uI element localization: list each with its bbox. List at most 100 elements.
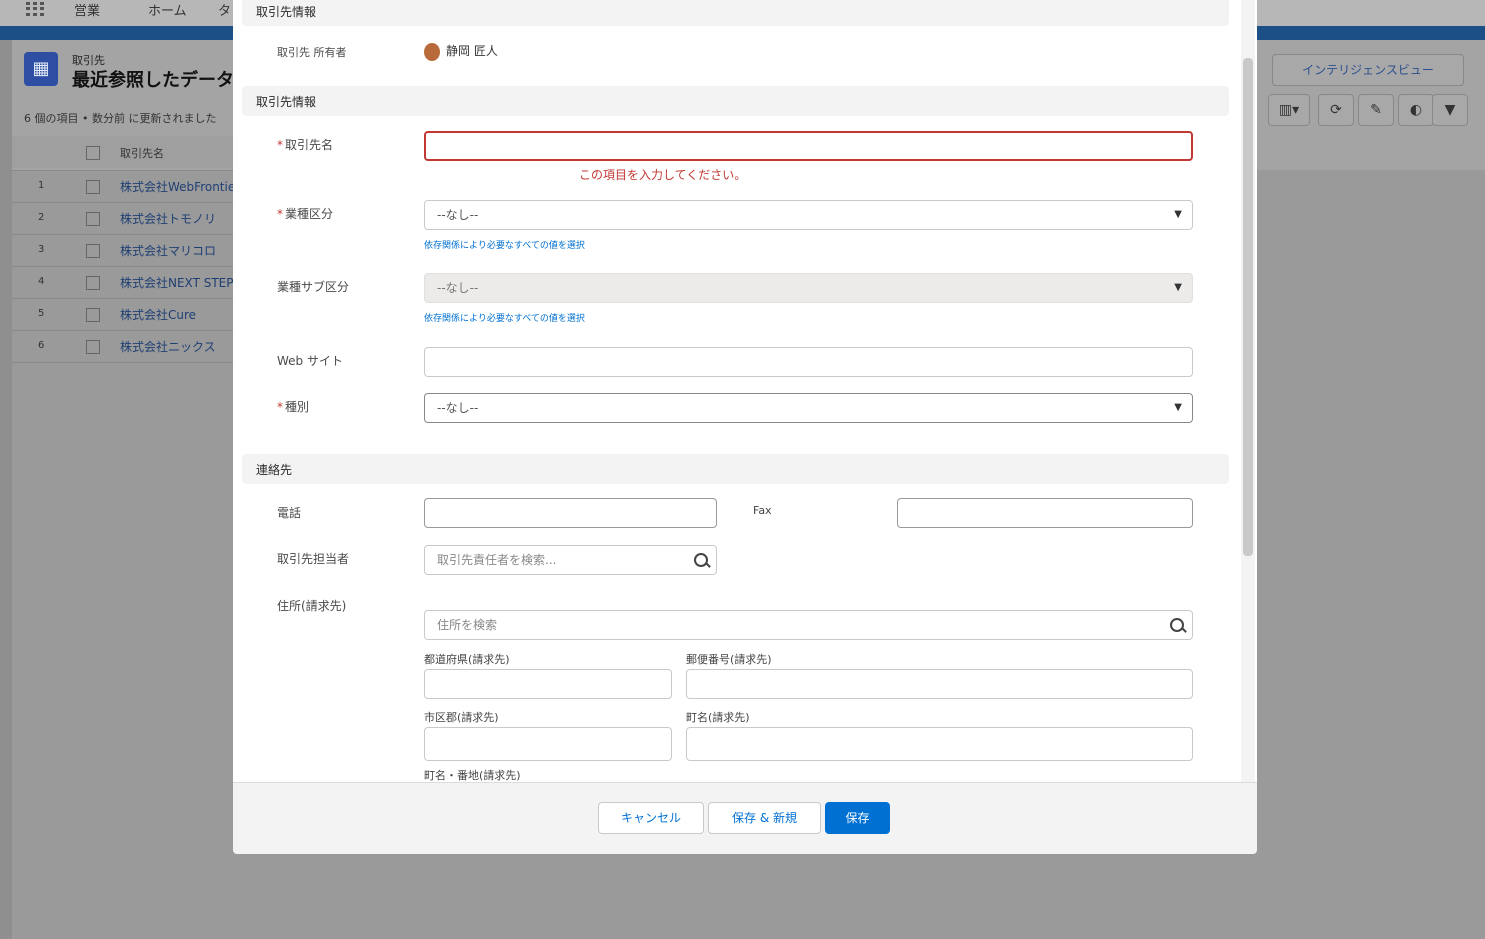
- refresh-icon[interactable]: ⟳: [1318, 94, 1354, 126]
- website-input[interactable]: [424, 347, 1193, 377]
- owner-value[interactable]: 静岡 匠人: [424, 42, 498, 61]
- row-checkbox[interactable]: [86, 180, 100, 194]
- account-link[interactable]: 株式会社NEXT STEP: [120, 274, 240, 291]
- subindustry-selected-value: --なし--: [437, 281, 479, 295]
- avatar: [424, 42, 440, 61]
- chevron-down-icon: ▼: [1174, 209, 1182, 220]
- filter-icon[interactable]: ▼: [1432, 94, 1468, 126]
- save-and-new-button[interactable]: 保存 & 新規: [708, 802, 821, 834]
- section-title: 取引先情報: [256, 5, 317, 19]
- section-header-contact[interactable]: 連絡先: [242, 454, 1229, 484]
- subindustry-select: --なし-- ▼: [424, 273, 1193, 303]
- account-link[interactable]: 株式会社ニックス: [120, 338, 240, 355]
- subindustry-help-text: 依存関係により必要なすべての値を選択: [424, 314, 585, 324]
- city-input[interactable]: [424, 727, 672, 761]
- modal-footer: キャンセル 保存 & 新規 保存: [233, 782, 1257, 854]
- row-checkbox[interactable]: [86, 340, 100, 354]
- zip-label: 郵便番号(請求先): [686, 653, 772, 666]
- city-label: 市区郡(請求先): [424, 711, 499, 724]
- type-label: * 種別: [277, 398, 309, 415]
- account-name-error: この項目を入力してください。: [579, 168, 747, 182]
- pref-input[interactable]: [424, 669, 672, 699]
- table-row: 3 株式会社マリコロ: [12, 234, 242, 266]
- town-label: 町名(請求先): [686, 711, 750, 724]
- save-button[interactable]: 保存: [825, 802, 890, 834]
- owner-label: 取引先 所有者: [277, 46, 347, 59]
- app-name: 営業: [74, 4, 101, 19]
- industry-selected-value: --なし--: [437, 208, 479, 222]
- contact-owner-lookup[interactable]: 取引先責任者を検索...: [424, 545, 717, 575]
- chart-icon[interactable]: ◐: [1398, 94, 1434, 126]
- table-header: 取引先名: [12, 136, 242, 168]
- account-name-label: * 取引先名: [277, 136, 333, 153]
- section-title: 連絡先: [256, 463, 293, 477]
- address-search-input[interactable]: 住所を検索: [424, 610, 1193, 640]
- contact-owner-placeholder: 取引先責任者を検索...: [437, 553, 557, 567]
- owner-name: 静岡 匠人: [446, 44, 498, 58]
- required-marker: *: [277, 400, 283, 414]
- pref-label: 都道府県(請求先): [424, 653, 510, 666]
- column-header-account-name[interactable]: 取引先名: [120, 145, 164, 161]
- required-marker: *: [277, 138, 283, 152]
- nav-tab-partial[interactable]: タ: [218, 0, 231, 19]
- new-account-modal: 取引先情報 取引先 所有者 静岡 匠人 取引先情報 * 取引先名 この項目を入力し…: [233, 0, 1257, 854]
- table-row: 4 株式会社NEXT STEP: [12, 266, 242, 298]
- account-link[interactable]: 株式会社トモノリ: [120, 210, 240, 227]
- table-row: 1 株式会社WebFrontier: [12, 170, 242, 202]
- chevron-down-icon: ▼: [1174, 282, 1182, 293]
- address-label: 住所(請求先): [277, 599, 347, 613]
- subindustry-label: 業種サブ区分: [277, 280, 350, 294]
- industry-label-text: 業種区分: [285, 207, 334, 221]
- type-selected-value: --なし--: [437, 401, 479, 415]
- contact-owner-label: 取引先担当者: [277, 552, 350, 566]
- modal-scrollbar-thumb[interactable]: [1243, 58, 1253, 556]
- industry-label: * 業種区分: [277, 205, 333, 222]
- list-view-subtitle: 6 個の項目 • 数分前 に更新されました: [24, 112, 217, 125]
- account-link[interactable]: 株式会社マリコロ: [120, 242, 240, 259]
- row-checkbox[interactable]: [86, 244, 100, 258]
- row-number: 5: [38, 308, 45, 319]
- row-number: 3: [38, 244, 45, 255]
- account-object-icon: ▦: [24, 52, 58, 86]
- edit-icon[interactable]: ✎: [1358, 94, 1394, 126]
- table-row: 6 株式会社ニックス: [12, 330, 242, 363]
- fax-input[interactable]: [897, 498, 1193, 528]
- industry-select[interactable]: --なし-- ▼: [424, 200, 1193, 230]
- row-number: 1: [38, 180, 45, 191]
- nav-tab-home[interactable]: ホーム: [148, 0, 187, 19]
- section-title: 取引先情報: [256, 95, 317, 109]
- phone-input[interactable]: [424, 498, 717, 528]
- street-label: 町名・番地(請求先): [424, 769, 521, 782]
- app-launcher-icon[interactable]: [26, 2, 44, 16]
- address-search-placeholder: 住所を検索: [437, 618, 498, 632]
- chevron-down-icon: ▼: [1174, 402, 1182, 413]
- town-input[interactable]: [686, 727, 1193, 761]
- section-header-account-info[interactable]: 取引先情報: [242, 86, 1229, 116]
- intelligence-view-button[interactable]: インテリジェンスビュー: [1272, 54, 1464, 86]
- row-number: 4: [38, 276, 45, 287]
- row-checkbox[interactable]: [86, 276, 100, 290]
- type-label-text: 種別: [285, 400, 310, 414]
- phone-label: 電話: [277, 506, 302, 520]
- row-checkbox[interactable]: [86, 308, 100, 322]
- account-name-input[interactable]: [424, 131, 1193, 161]
- table-row: 5 株式会社Cure: [12, 298, 242, 330]
- required-marker: *: [277, 207, 283, 221]
- table-row: 2 株式会社トモノリ: [12, 202, 242, 234]
- fax-label: Fax: [753, 504, 772, 517]
- website-label: Web サイト: [277, 354, 343, 368]
- search-icon: [694, 553, 708, 567]
- list-view-title[interactable]: 最近参照したデータ: [72, 66, 234, 92]
- account-name-label-text: 取引先名: [285, 138, 334, 152]
- row-number: 6: [38, 340, 45, 351]
- section-header-top[interactable]: 取引先情報: [242, 0, 1229, 26]
- account-link[interactable]: 株式会社WebFrontier: [120, 178, 240, 195]
- cancel-button[interactable]: キャンセル: [598, 802, 704, 834]
- type-select[interactable]: --なし-- ▼: [424, 393, 1193, 423]
- zip-input[interactable]: [686, 669, 1193, 699]
- select-all-checkbox[interactable]: [86, 146, 100, 160]
- row-checkbox[interactable]: [86, 212, 100, 226]
- account-link[interactable]: 株式会社Cure: [120, 306, 240, 323]
- search-icon: [1170, 618, 1184, 632]
- display-as-button[interactable]: ▥▾: [1268, 94, 1310, 126]
